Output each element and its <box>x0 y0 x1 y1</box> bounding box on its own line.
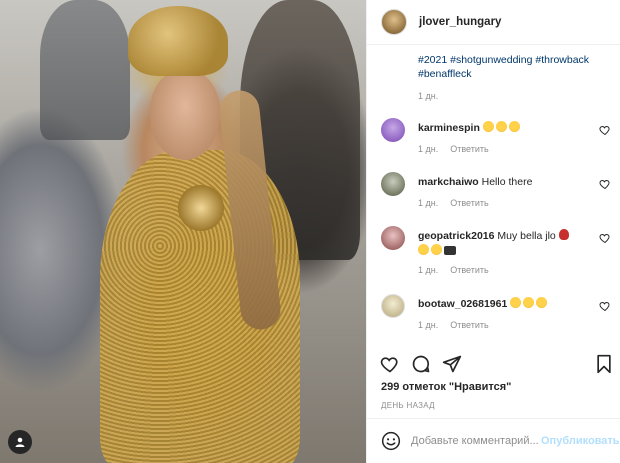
heart-icon[interactable] <box>380 354 400 374</box>
clapper-board-emoji <box>444 246 456 255</box>
comment-username[interactable]: geopatrick2016 <box>418 230 494 242</box>
heart-icon[interactable] <box>599 178 611 190</box>
post-header: jlover_hungary <box>367 0 620 45</box>
star-struck-emoji <box>510 297 522 308</box>
star-struck-emoji <box>536 297 548 308</box>
comment-text: Hello there <box>481 176 533 188</box>
star-struck-emoji <box>482 121 494 132</box>
post-username[interactable]: jlover_hungary <box>419 16 501 28</box>
action-bar <box>367 350 620 380</box>
emoji-icon[interactable] <box>381 431 401 451</box>
comment-input[interactable] <box>411 435 541 447</box>
comment-username[interactable]: bootaw_02681961 <box>418 298 507 310</box>
gold-cap <box>128 6 228 76</box>
star-struck-emoji <box>508 121 520 132</box>
comment-text: Muy bella jlo <box>497 230 556 242</box>
caption-time: 1 дн. <box>418 91 439 101</box>
avatar[interactable] <box>381 294 405 318</box>
post-details-panel: jlover_hungary #2021 #shotgunwedding #th… <box>366 0 620 463</box>
heart-icon[interactable] <box>599 300 611 312</box>
post-comment-button[interactable]: Опубликовать <box>541 435 620 447</box>
reply-button[interactable]: Ответить <box>450 144 488 154</box>
post-photo[interactable] <box>0 0 366 463</box>
heart-icon[interactable] <box>599 232 611 244</box>
bookmark-icon[interactable] <box>595 354 613 374</box>
medallion <box>178 185 224 231</box>
star-struck-emoji <box>495 121 507 132</box>
comment-icon[interactable] <box>411 354 431 374</box>
comment-username[interactable]: karminespin <box>418 122 480 134</box>
reply-button[interactable]: Ответить <box>450 198 488 208</box>
likes-count[interactable]: 299 отметок "Нравится" <box>381 381 511 393</box>
reply-button[interactable]: Ответить <box>450 265 488 275</box>
post-date: ДЕНЬ НАЗАД <box>381 401 435 410</box>
background-person <box>40 0 130 140</box>
avatar[interactable] <box>381 226 405 250</box>
comment-time: 1 дн. <box>418 198 439 208</box>
comment-time: 1 дн. <box>418 265 439 275</box>
face <box>150 70 220 160</box>
avatar[interactable] <box>381 118 405 142</box>
heart-icon[interactable] <box>599 124 611 136</box>
user-tag-icon[interactable] <box>8 430 32 454</box>
avatar[interactable] <box>381 172 405 196</box>
comments-list: #2021 #shotgunwedding #throwback #benaff… <box>367 46 620 346</box>
heart-eyes-emoji <box>418 244 429 255</box>
add-comment-bar: Опубликовать <box>367 418 620 463</box>
comment-time: 1 дн. <box>418 144 439 154</box>
comment-username[interactable]: markchaiwo <box>418 176 479 188</box>
reply-button[interactable]: Ответить <box>450 320 488 330</box>
caption-hashtags[interactable]: #2021 #shotgunwedding #throwback #benaff… <box>418 53 618 81</box>
rose-emoji <box>558 229 569 240</box>
comment-time: 1 дн. <box>418 320 439 330</box>
smiling-emoji <box>523 297 535 308</box>
avatar[interactable] <box>381 9 407 35</box>
share-icon[interactable] <box>442 354 462 374</box>
star-struck-emoji <box>431 244 442 255</box>
